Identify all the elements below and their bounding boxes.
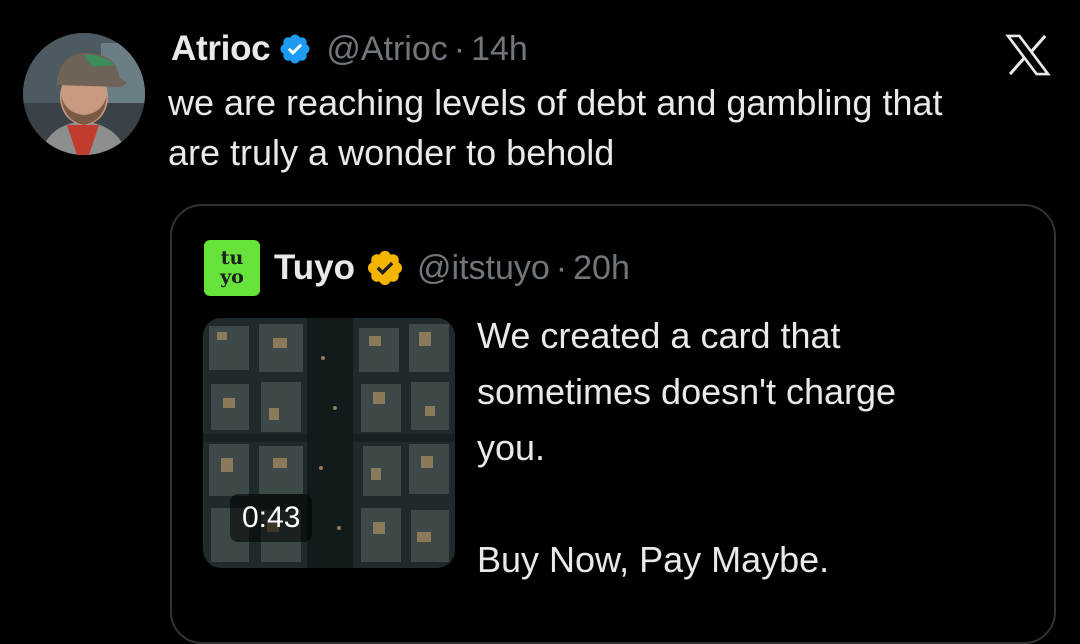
tweet-text-line: we are reaching levels of debt and gambl… xyxy=(168,82,943,123)
author-name[interactable]: Atrioc xyxy=(171,29,271,69)
quoted-text-line: sometimes doesn't charge xyxy=(477,371,897,412)
avatar-text-bottom: yo xyxy=(220,266,244,288)
separator-dot: · xyxy=(555,248,568,287)
tweet-text: we are reaching levels of debt and gambl… xyxy=(168,78,1068,178)
author-avatar[interactable] xyxy=(23,33,145,155)
avatar-text-top: tu xyxy=(220,247,244,269)
quoted-author-avatar[interactable]: tu yo xyxy=(204,240,260,296)
quoted-text-line: you. xyxy=(477,427,546,468)
quoted-tweet-timestamp[interactable]: 20h xyxy=(573,249,630,288)
user-photo-avatar-icon xyxy=(23,33,145,155)
quoted-tweet-header: tu yo Tuyo @itstuyo · 20h xyxy=(204,240,630,296)
video-duration-badge: 0:43 xyxy=(230,494,313,542)
tweet-header: Atrioc @Atrioc · 14h xyxy=(171,24,528,74)
quoted-tweet-text: We created a card that sometimes doesn't… xyxy=(477,308,1037,588)
quoted-author-name[interactable]: Tuyo xyxy=(274,248,355,288)
quoted-author-handle[interactable]: @itstuyo xyxy=(417,249,550,288)
author-handle[interactable]: @Atrioc xyxy=(326,30,447,69)
separator-dot: · xyxy=(453,29,466,68)
tweet: Atrioc @Atrioc · 14h we are reaching lev… xyxy=(0,0,1080,644)
quoted-text-line: Buy Now, Pay Maybe. xyxy=(477,539,830,580)
tweet-text-line: are truly a wonder to behold xyxy=(168,132,615,173)
quoted-text-line: We created a card that xyxy=(477,315,841,356)
gold-verified-badge-icon xyxy=(367,250,403,286)
tweet-timestamp[interactable]: 14h xyxy=(471,30,528,69)
verified-badge-icon xyxy=(280,34,310,64)
x-logo-icon xyxy=(1005,34,1051,76)
